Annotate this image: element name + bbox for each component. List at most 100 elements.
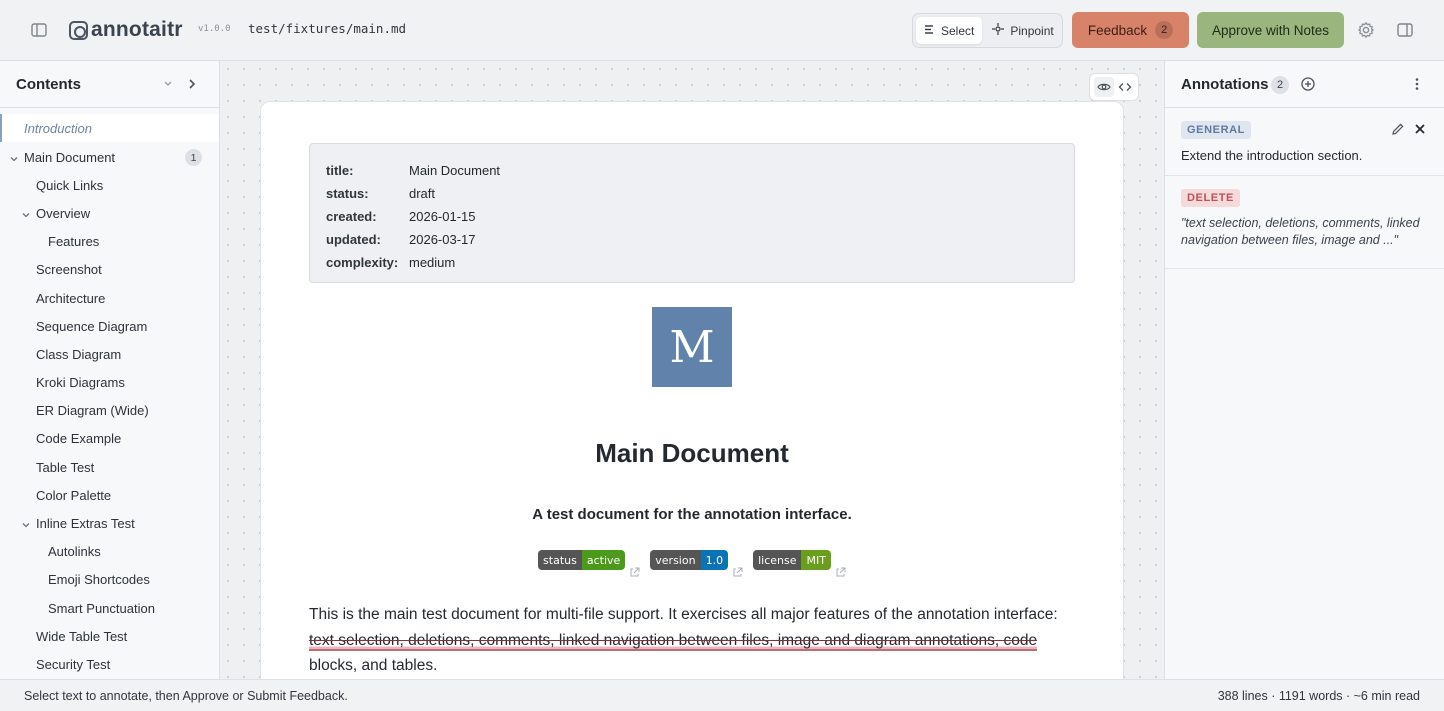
view-mode-toggle bbox=[1089, 73, 1139, 101]
intro-paragraph[interactable]: This is the main test document for multi… bbox=[309, 602, 1079, 679]
annotation-type-tag: DELETE bbox=[1181, 189, 1240, 207]
frontmatter-value: draft bbox=[409, 186, 436, 201]
crosshair-icon bbox=[992, 23, 1005, 38]
frontmatter-value: medium bbox=[409, 255, 456, 270]
hero-image[interactable]: M bbox=[652, 307, 732, 387]
annotation-card-general[interactable]: GENERAL Extend the introduction section. bbox=[1165, 108, 1444, 176]
annotations-count-badge: 2 bbox=[1271, 76, 1289, 94]
toc-item-autolinks[interactable]: Autolinks bbox=[0, 537, 219, 565]
add-annotation-icon[interactable] bbox=[1300, 76, 1316, 92]
contents-sidebar: Contents Introduction Main Document 1 Qu… bbox=[0, 61, 220, 679]
eye-icon[interactable] bbox=[1093, 77, 1114, 97]
toc-item-label: Main Document bbox=[24, 149, 116, 165]
logo-mark-icon bbox=[69, 20, 88, 40]
toc-item-screenshot[interactable]: Screenshot bbox=[0, 255, 219, 283]
frontmatter-key: updated: bbox=[326, 232, 381, 247]
toc-item-features[interactable]: Features bbox=[0, 227, 219, 255]
frontmatter-value: Main Document bbox=[409, 163, 501, 178]
toc-item-label: Inline Extras Test bbox=[36, 515, 135, 531]
annotation-type-tag: GENERAL bbox=[1181, 121, 1251, 139]
chevron-down-icon[interactable] bbox=[21, 518, 31, 528]
frontmatter-value: 2026-03-17 bbox=[409, 232, 476, 247]
toc-item-table-test[interactable]: Table Test bbox=[0, 453, 219, 481]
toc-item-label: Screenshot bbox=[36, 261, 102, 277]
external-link-icon bbox=[835, 565, 846, 577]
toc-item-color-palette[interactable]: Color Palette bbox=[0, 481, 219, 509]
version-badge-link[interactable]: version 1.0 bbox=[650, 550, 743, 577]
pencil-icon[interactable] bbox=[1391, 122, 1405, 136]
approve-with-notes-button[interactable]: Approve with Notes bbox=[1197, 12, 1344, 48]
toc-item-emoji-shortcodes[interactable]: Emoji Shortcodes bbox=[0, 565, 219, 593]
toc-item-label: Table Test bbox=[36, 459, 95, 475]
badge-label: version bbox=[650, 550, 701, 570]
toc-item-label: Architecture bbox=[36, 290, 106, 306]
file-path: test/fixtures/main.md bbox=[248, 21, 407, 36]
badge-label: status bbox=[538, 550, 582, 570]
feedback-count-badge: 2 bbox=[1155, 21, 1174, 39]
badge-value: MIT bbox=[801, 550, 831, 570]
frontmatter-row: complexity: medium bbox=[326, 251, 1058, 274]
chevron-down-icon[interactable] bbox=[21, 208, 31, 218]
badge-value: active bbox=[581, 550, 626, 570]
toc-item-kroki-diagrams[interactable]: Kroki Diagrams bbox=[0, 368, 219, 396]
toc-item-architecture[interactable]: Architecture bbox=[0, 284, 219, 312]
toc-item-code-example[interactable]: Code Example bbox=[0, 424, 219, 452]
frontmatter-block: title: Main Document status: draft creat… bbox=[309, 143, 1075, 283]
status-badge: status active bbox=[538, 550, 626, 570]
select-mode-button[interactable]: Select bbox=[916, 17, 983, 44]
toc-item-sequence-diagram[interactable]: Sequence Diagram bbox=[0, 312, 219, 340]
toc-item-smart-punctuation[interactable]: Smart Punctuation bbox=[0, 594, 219, 622]
annotations-header: Annotations 2 bbox=[1165, 61, 1444, 108]
close-icon[interactable] bbox=[1413, 122, 1427, 136]
toc-item-label: Sequence Diagram bbox=[36, 318, 148, 334]
toc-item-main-document[interactable]: Main Document 1 bbox=[0, 143, 219, 171]
document-page: title: Main Document status: draft creat… bbox=[260, 101, 1124, 679]
license-badge-link[interactable]: license MIT bbox=[753, 550, 846, 577]
code-icon[interactable] bbox=[1115, 77, 1135, 97]
status-bar: Select text to annotate, then Approve or… bbox=[0, 679, 1444, 711]
deleted-text-highlight[interactable]: text selection, deletions, comments, lin… bbox=[309, 631, 1038, 651]
feedback-button[interactable]: Feedback 2 bbox=[1072, 12, 1189, 48]
document-subtitle[interactable]: A test document for the annotation inter… bbox=[261, 506, 1123, 523]
license-badge: license MIT bbox=[753, 550, 831, 570]
frontmatter-row: title: Main Document bbox=[326, 159, 1058, 182]
chevron-right-icon[interactable] bbox=[184, 76, 200, 92]
toc-item-er-diagram[interactable]: ER Diagram (Wide) bbox=[0, 396, 219, 424]
top-bar: annotaitr v1.0.0 test/fixtures/main.md S… bbox=[0, 0, 1444, 61]
gear-icon[interactable] bbox=[1357, 21, 1375, 39]
annotation-card-delete[interactable]: DELETE "text selection, deletions, comme… bbox=[1165, 176, 1444, 269]
sidebar-toggle-icon[interactable] bbox=[30, 21, 48, 39]
document-stats: 388 lines · 1191 words · ~6 min read bbox=[1217, 689, 1420, 703]
toc-item-label: Kroki Diagrams bbox=[36, 374, 125, 390]
collapse-all-icon[interactable] bbox=[160, 76, 176, 92]
toc-item-wide-table-test[interactable]: Wide Table Test bbox=[0, 622, 219, 650]
contents-header: Contents bbox=[0, 61, 219, 108]
feedback-label: Feedback bbox=[1087, 22, 1148, 38]
toc-item-label: Class Diagram bbox=[36, 346, 122, 362]
toc-item-class-diagram[interactable]: Class Diagram bbox=[0, 340, 219, 368]
toc-item-security-test[interactable]: Security Test bbox=[0, 650, 219, 678]
annotation-quote: "text selection, deletions, comments, li… bbox=[1181, 216, 1420, 247]
select-mode-label: Select bbox=[941, 23, 975, 38]
status-badge-link[interactable]: status active bbox=[538, 550, 640, 577]
mode-switcher: Select Pinpoint bbox=[912, 13, 1063, 48]
chevron-down-icon[interactable] bbox=[9, 152, 19, 162]
annotation-count-badge: 1 bbox=[185, 149, 202, 166]
document-canvas: title: Main Document status: draft creat… bbox=[220, 61, 1164, 679]
version-badge: version 1.0 bbox=[650, 550, 729, 570]
toc-item-introduction[interactable]: Introduction bbox=[0, 114, 219, 142]
toc-item-label: Features bbox=[48, 233, 100, 249]
document-title[interactable]: Main Document bbox=[261, 438, 1123, 469]
external-link-icon bbox=[629, 565, 640, 577]
more-menu-icon[interactable] bbox=[1409, 76, 1425, 92]
toc-item-label: Wide Table Test bbox=[36, 628, 128, 644]
toc-item-overview[interactable]: Overview bbox=[0, 199, 219, 227]
frontmatter-row: status: draft bbox=[326, 182, 1058, 205]
pinpoint-mode-button[interactable]: Pinpoint bbox=[984, 17, 1061, 44]
frontmatter-key: title: bbox=[326, 163, 354, 178]
toc-item-label: Security Test bbox=[36, 656, 111, 672]
toc-item-quick-links[interactable]: Quick Links bbox=[0, 171, 219, 199]
toc-item-inline-extras-test[interactable]: Inline Extras Test bbox=[0, 509, 219, 537]
paragraph-text: blocks, and tables. bbox=[309, 657, 438, 674]
panel-toggle-icon[interactable] bbox=[1396, 21, 1414, 39]
